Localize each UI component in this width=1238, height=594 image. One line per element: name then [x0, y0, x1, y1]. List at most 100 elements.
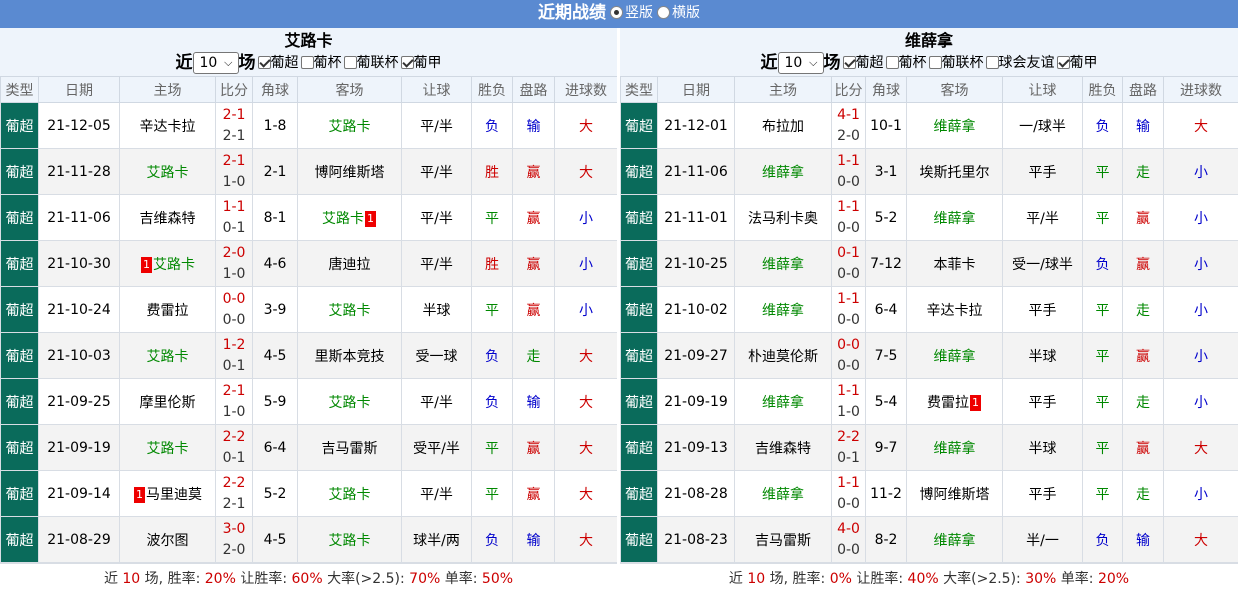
team-link[interactable]: 艾路卡 — [329, 487, 371, 503]
league-cell[interactable]: 葡超 — [1, 287, 39, 333]
handicap-cell: 半球 — [1003, 425, 1083, 471]
league-cell[interactable]: 葡超 — [621, 195, 658, 241]
team-link[interactable]: 里斯本竞技 — [315, 349, 385, 365]
league-cell[interactable]: 葡超 — [1, 379, 39, 425]
team-link[interactable]: 费雷拉 — [927, 395, 969, 411]
team-link[interactable]: 艾路卡 — [329, 533, 371, 549]
filter-label[interactable]: 葡甲 — [1070, 55, 1098, 71]
recent-count-select[interactable]: 10⌵ — [778, 52, 824, 74]
team-link[interactable]: 吉马雷斯 — [755, 533, 811, 549]
recent-count-select[interactable]: 10⌵ — [193, 52, 239, 74]
team-link[interactable]: 维薛拿 — [762, 165, 804, 181]
radio-vertical-label[interactable]: 竖版 — [625, 5, 653, 21]
league-cell[interactable]: 葡超 — [621, 379, 658, 425]
filter-checkbox[interactable] — [886, 56, 899, 69]
handicap-result-cell: 赢 — [513, 287, 555, 333]
team-link[interactable]: 维薛拿 — [762, 395, 804, 411]
score-cell: 1-10-0 — [832, 287, 866, 333]
filter-label[interactable]: 葡杯 — [899, 55, 927, 71]
score-cell: 0-00-0 — [832, 333, 866, 379]
team-link[interactable]: 艾路卡 — [329, 303, 371, 319]
home-team-cell: 艾路卡 — [120, 149, 216, 195]
recent-prefix: 近 — [761, 53, 778, 73]
team-link[interactable]: 费雷拉 — [147, 303, 189, 319]
filter-checkbox[interactable] — [1057, 56, 1070, 69]
team-link[interactable]: 唐迪拉 — [329, 257, 371, 273]
filter-checkbox[interactable] — [344, 56, 357, 69]
team-link[interactable]: 埃斯托里尔 — [920, 165, 990, 181]
team-link[interactable]: 艾路卡 — [329, 119, 371, 135]
team-link[interactable]: 艾路卡 — [147, 165, 189, 181]
filter-checkbox[interactable] — [401, 56, 414, 69]
team-link[interactable]: 朴迪莫伦斯 — [748, 349, 818, 365]
filter-checkbox[interactable] — [986, 56, 999, 69]
team-link[interactable]: 摩里伦斯 — [140, 395, 196, 411]
filter-label[interactable]: 球会友谊 — [999, 55, 1055, 71]
filter-label[interactable]: 葡联杯 — [357, 55, 399, 71]
filter-checkbox[interactable] — [843, 56, 856, 69]
team-link[interactable]: 维薛拿 — [762, 303, 804, 319]
league-cell[interactable]: 葡超 — [621, 103, 658, 149]
team-link[interactable]: 艾路卡 — [322, 211, 364, 227]
red-card-badge: 1 — [134, 487, 145, 503]
filter-label[interactable]: 葡超 — [271, 55, 299, 71]
column-header: 进球数 — [555, 77, 618, 103]
handicap-cell: 半/一 — [1003, 517, 1083, 563]
team-link[interactable]: 艾路卡 — [147, 349, 189, 365]
radio-horizontal-label[interactable]: 横版 — [672, 5, 700, 21]
filter-label[interactable]: 葡联杯 — [942, 55, 984, 71]
half-time-score: 0-0 — [832, 356, 865, 377]
league-cell[interactable]: 葡超 — [1, 333, 39, 379]
column-header: 客场 — [907, 77, 1003, 103]
league-cell[interactable]: 葡超 — [1, 241, 39, 287]
team-link[interactable]: 维薛拿 — [934, 533, 976, 549]
filter-checkbox[interactable] — [301, 56, 314, 69]
league-cell[interactable]: 葡超 — [1, 149, 39, 195]
team-link[interactable]: 维薛拿 — [762, 487, 804, 503]
league-cell[interactable]: 葡超 — [621, 287, 658, 333]
team-link[interactable]: 本菲卡 — [934, 257, 976, 273]
league-cell[interactable]: 葡超 — [621, 471, 658, 517]
filter-label[interactable]: 葡超 — [856, 55, 884, 71]
team-link[interactable]: 维薛拿 — [934, 349, 976, 365]
radio-vertical[interactable] — [610, 6, 623, 19]
league-cell[interactable]: 葡超 — [621, 241, 658, 287]
team-link[interactable]: 法马利卡奥 — [748, 211, 818, 227]
league-cell[interactable]: 葡超 — [1, 425, 39, 471]
team-link[interactable]: 马里迪莫 — [146, 487, 202, 503]
team-link[interactable]: 辛达卡拉 — [140, 119, 196, 135]
team-link[interactable]: 吉维森特 — [755, 441, 811, 457]
team-link[interactable]: 吉维森特 — [140, 211, 196, 227]
team-link[interactable]: 维薛拿 — [934, 211, 976, 227]
league-cell[interactable]: 葡超 — [621, 333, 658, 379]
league-cell[interactable]: 葡超 — [621, 149, 658, 195]
filter-checkbox[interactable] — [258, 56, 271, 69]
team-link[interactable]: 吉马雷斯 — [322, 441, 378, 457]
goals-cell: 大 — [1164, 517, 1238, 563]
team-link[interactable]: 维薛拿 — [762, 257, 804, 273]
radio-horizontal[interactable] — [657, 6, 670, 19]
team-link[interactable]: 艾路卡 — [147, 441, 189, 457]
filter-label[interactable]: 葡杯 — [314, 55, 342, 71]
team-link[interactable]: 维薛拿 — [934, 441, 976, 457]
recent-prefix: 近 — [176, 53, 193, 73]
team-link[interactable]: 艾路卡 — [329, 395, 371, 411]
team-link[interactable]: 博阿维斯塔 — [920, 487, 990, 503]
league-cell[interactable]: 葡超 — [621, 425, 658, 471]
filter-checkbox[interactable] — [929, 56, 942, 69]
team-link[interactable]: 艾路卡 — [153, 257, 195, 273]
league-cell[interactable]: 葡超 — [1, 195, 39, 241]
handicap-cell: 平/半 — [402, 103, 472, 149]
league-cell[interactable]: 葡超 — [1, 471, 39, 517]
league-cell[interactable]: 葡超 — [1, 517, 39, 563]
team-link[interactable]: 辛达卡拉 — [927, 303, 983, 319]
team-link[interactable]: 布拉加 — [762, 119, 804, 135]
home-team-cell: 辛达卡拉 — [120, 103, 216, 149]
team-link[interactable]: 波尔图 — [147, 533, 189, 549]
half-time-score: 2-1 — [216, 494, 252, 515]
filter-label[interactable]: 葡甲 — [414, 55, 442, 71]
team-link[interactable]: 维薛拿 — [934, 119, 976, 135]
league-cell[interactable]: 葡超 — [1, 103, 39, 149]
team-link[interactable]: 博阿维斯塔 — [315, 165, 385, 181]
league-cell[interactable]: 葡超 — [621, 517, 658, 563]
